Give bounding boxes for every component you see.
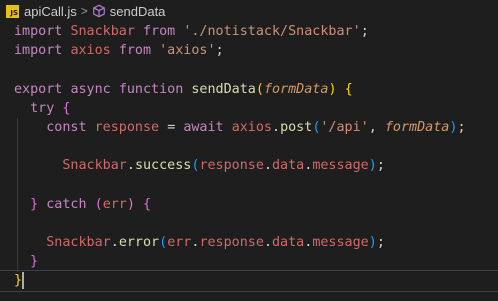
text-cursor — [22, 272, 24, 290]
code-line-8: Snackbar.success(response.data.message); — [62, 158, 385, 174]
code-line-5: try { — [30, 100, 71, 116]
code-line-1: import Snackbar from './notistack/Snackb… — [14, 24, 369, 39]
code-line-12: Snackbar.error(err.response.data.message… — [46, 235, 385, 251]
code-editor[interactable]: import Snackbar from './notistack/Snackb… — [0, 22, 498, 301]
code-line-2: import axios from 'axios'; — [14, 43, 224, 59]
code-line-6: const response = await axios.post('/api'… — [46, 119, 466, 135]
breadcrumb: JS apiCall.js > sendData — [0, 0, 498, 22]
code-line-13: } — [30, 254, 39, 270]
javascript-file-icon: JS — [6, 4, 19, 18]
breadcrumb-symbol[interactable]: sendData — [110, 4, 166, 19]
function-cube-icon — [92, 4, 106, 18]
code-line-10: } catch (err) { — [30, 196, 152, 212]
breadcrumb-file-name[interactable]: apiCall.js — [24, 4, 77, 19]
code-line-4: export async function sendData(formData)… — [14, 81, 353, 97]
code-line-14: } — [0, 270, 498, 292]
breadcrumb-separator: > — [80, 4, 88, 18]
